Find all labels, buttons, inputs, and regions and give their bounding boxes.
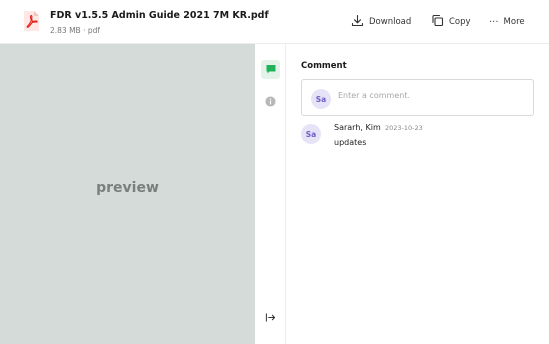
pdf-file-icon <box>23 11 39 31</box>
more-button[interactable]: ··· More <box>489 14 525 30</box>
expand-panel-icon <box>265 308 276 327</box>
comments-panel: Comment Sa Sa Sararh, Kim 2023-10-23 upd… <box>287 44 549 344</box>
file-name: FDR v1.5.5 Admin Guide 2021 7M KR.pdf <box>50 10 269 21</box>
download-button[interactable]: Download <box>351 14 411 30</box>
comment-text: updates <box>334 138 367 147</box>
download-label: Download <box>369 17 412 27</box>
copy-label: Copy <box>449 17 471 27</box>
more-label: More <box>503 17 525 27</box>
comment-tab-button[interactable] <box>261 60 280 79</box>
expand-panel-button[interactable] <box>261 308 280 327</box>
comment-author: Sararh, Kim <box>334 123 381 132</box>
comment-input[interactable] <box>338 88 518 102</box>
document-preview: preview <box>0 44 255 344</box>
comment-icon <box>265 60 277 79</box>
comments-title: Comment <box>301 61 347 71</box>
info-icon <box>265 92 276 111</box>
info-tab-button[interactable] <box>261 92 280 111</box>
comment-composer[interactable]: Sa <box>301 79 534 116</box>
comment-item: Sa Sararh, Kim 2023-10-23 updates <box>301 122 534 152</box>
avatar: Sa <box>311 89 331 109</box>
copy-icon <box>431 14 444 30</box>
side-rail <box>255 44 286 344</box>
copy-button[interactable]: Copy <box>431 14 471 30</box>
comment-date: 2023-10-23 <box>385 124 423 132</box>
download-icon <box>351 14 364 30</box>
preview-label: preview <box>96 180 159 196</box>
file-header: FDR v1.5.5 Admin Guide 2021 7M KR.pdf 2.… <box>0 0 549 44</box>
file-meta: 2.83 MB · pdf <box>50 26 101 35</box>
more-dots-icon: ··· <box>489 16 499 28</box>
avatar: Sa <box>301 124 321 144</box>
